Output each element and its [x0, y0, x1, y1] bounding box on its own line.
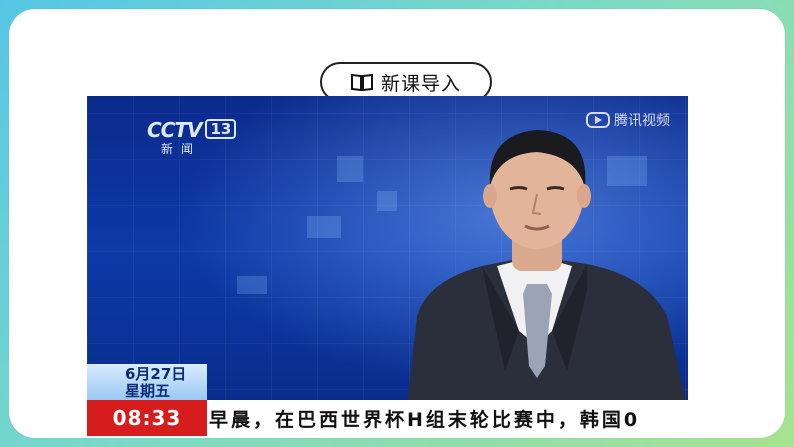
date-badge: 6月27日 星期五	[87, 364, 207, 400]
book-icon	[350, 73, 373, 91]
news-ticker: 08:33 早晨，在巴西世界杯H组末轮比赛中，韩国0	[87, 400, 688, 436]
news-anchor	[407, 130, 687, 406]
channel-logo: CCTV 13 新闻	[147, 118, 237, 157]
news-video-frame[interactable]: CCTV 13 新闻 腾讯视频 6月27日 星期五 08:33 早晨，在巴西世界…	[87, 96, 688, 436]
ticker-time: 08:33	[87, 400, 207, 436]
ticker-text: 早晨，在巴西世界杯H组末轮比赛中，韩国0	[209, 408, 641, 431]
section-title: 新课导入	[380, 72, 461, 95]
